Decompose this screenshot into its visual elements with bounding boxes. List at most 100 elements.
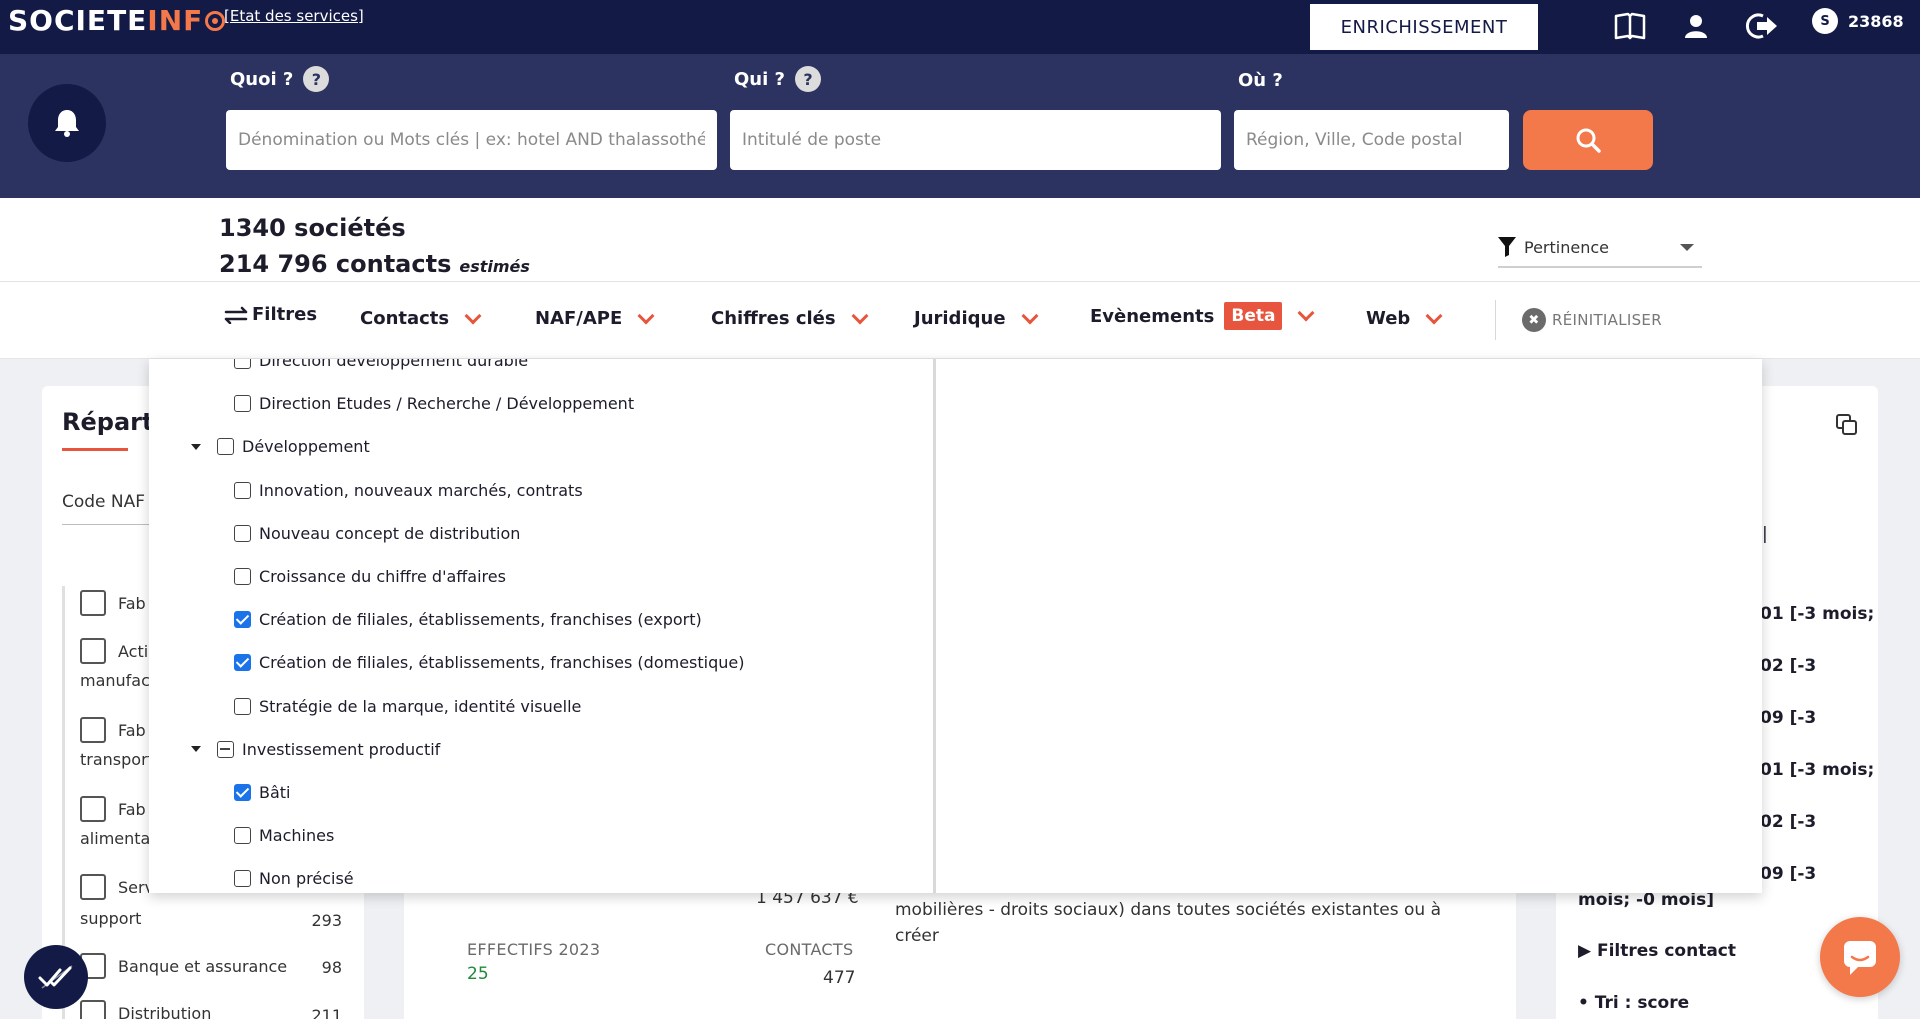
contacts-count: 214 796 contacts estimés xyxy=(219,250,530,278)
tree-item-row[interactable]: Direction développement durable xyxy=(234,359,528,370)
naf-code-label: Code NAF xyxy=(62,492,146,512)
naf-row[interactable]: Acti xyxy=(80,638,148,664)
events-tree[interactable]: Direction développement durable Direction… xyxy=(149,359,933,893)
ou-search-input[interactable] xyxy=(1234,110,1509,170)
checkbox[interactable] xyxy=(80,796,106,822)
tree-item-row[interactable]: Stratégie de la marque, identité visuell… xyxy=(234,697,581,716)
tree-item-row[interactable]: Nouveau concept de distribution xyxy=(234,524,520,543)
top-bar: SOCIETEINF [Etat des services] ENRICHISS… xyxy=(0,0,1920,54)
filter-tab-key-figures[interactable]: Chiffres clés xyxy=(711,307,869,329)
user-icon[interactable] xyxy=(1676,6,1716,46)
quoi-search-input[interactable] xyxy=(226,110,717,170)
checkbox[interactable] xyxy=(234,870,251,888)
sort-select[interactable]: Pertinence xyxy=(1498,228,1702,268)
naf-row-sub: manufac xyxy=(80,671,150,690)
credits-value: 23868 xyxy=(1848,11,1904,31)
title-underline xyxy=(62,448,128,451)
chat-button[interactable] xyxy=(1820,917,1900,997)
tasks-float-button[interactable] xyxy=(24,945,88,1009)
tree-item-row[interactable]: Création de filiales, établissements, fr… xyxy=(234,653,744,672)
filter-tab-events[interactable]: Evènements Beta xyxy=(1090,302,1315,330)
reset-filters-button[interactable]: ✖ RÉINITIALISER xyxy=(1522,308,1662,332)
copy-icon[interactable] xyxy=(1836,414,1858,440)
coin-icon: S xyxy=(1812,8,1838,34)
logout-icon[interactable] xyxy=(1742,6,1782,46)
checkbox[interactable] xyxy=(217,438,234,456)
chat-icon xyxy=(1844,941,1876,975)
checkbox[interactable] xyxy=(234,395,251,413)
checkbox[interactable] xyxy=(234,359,251,369)
tree-item-row[interactable]: Innovation, nouveaux marchés, contrats xyxy=(234,481,583,500)
tree-item-label: Machines xyxy=(259,826,335,846)
checkbox[interactable] xyxy=(234,481,251,499)
checkbox[interactable] xyxy=(234,784,251,801)
checkbox[interactable] xyxy=(80,717,106,743)
credits-counter[interactable]: S 23868 xyxy=(1812,8,1904,34)
naf-row[interactable]: Banque et assurance xyxy=(80,953,287,979)
filter-tab-contacts[interactable]: Contacts xyxy=(360,307,482,329)
naf-row[interactable]: Fab xyxy=(80,590,146,616)
tree-item-row[interactable]: Bâti xyxy=(234,783,291,802)
chevron-down-icon xyxy=(1021,307,1039,324)
checkbox[interactable] xyxy=(234,524,251,542)
expand-caret-icon[interactable] xyxy=(191,443,201,450)
results-header: 1340 sociétés 214 796 contacts estimés Pe… xyxy=(0,198,1920,282)
checkbox[interactable] xyxy=(234,697,251,715)
tree-item-row[interactable]: Non précisé xyxy=(234,869,354,888)
tree-item-row[interactable]: Direction Etudes / Recherche / Développe… xyxy=(234,394,634,413)
checkbox[interactable] xyxy=(234,568,251,585)
checkbox[interactable] xyxy=(80,874,106,900)
checkbox[interactable] xyxy=(234,611,251,629)
tree-group-row[interactable]: Développement xyxy=(191,437,370,456)
book-icon[interactable] xyxy=(1610,6,1650,46)
chevron-down-icon xyxy=(851,307,869,324)
naf-row-sub: transport xyxy=(80,750,154,769)
tree-item-row[interactable]: Machines xyxy=(234,826,334,845)
tree-item-label: Innovation, nouveaux marchés, contrats xyxy=(259,480,583,500)
naf-row[interactable]: Distribution xyxy=(80,1000,211,1019)
filters-toggle[interactable]: Filtres xyxy=(224,304,317,325)
tree-item-row[interactable]: Croissance du chiffre d'affaires xyxy=(234,567,506,586)
logo-text: SOCIETE xyxy=(8,4,148,37)
chevron-down-icon xyxy=(637,307,655,324)
notification-bell-button[interactable] xyxy=(28,84,106,162)
event-description: créer xyxy=(895,926,939,946)
summary-line: 09 [-3 xyxy=(1760,708,1817,728)
contacts-value: 477 xyxy=(823,968,856,988)
search-button[interactable] xyxy=(1523,110,1653,170)
filter-tab-naf[interactable]: NAF/APE xyxy=(535,307,655,329)
qui-search-input[interactable] xyxy=(730,110,1221,170)
filter-tab-legal[interactable]: Juridique xyxy=(914,307,1039,329)
help-icon[interactable]: ? xyxy=(303,66,330,92)
enrichment-button[interactable]: ENRICHISSEMENT xyxy=(1308,2,1540,52)
logo-text-accent: INF xyxy=(147,4,204,37)
naf-row[interactable]: Serv xyxy=(80,874,154,900)
services-status-link[interactable]: [Etat des services] xyxy=(224,7,364,25)
contact-filters-toggle[interactable]: ▶ Filtres contact xyxy=(1578,941,1736,961)
logo[interactable]: SOCIETEINF xyxy=(8,4,226,37)
expand-caret-icon[interactable] xyxy=(191,746,201,753)
ou-label: Où ? xyxy=(1238,70,1283,91)
checkbox[interactable] xyxy=(234,654,251,672)
filter-sliders-icon xyxy=(224,306,248,324)
summary-line: 01 [-3 mois; xyxy=(1760,760,1875,780)
filter-tab-web[interactable]: Web xyxy=(1366,307,1443,329)
sort-value: Pertinence xyxy=(1524,237,1609,257)
checkbox[interactable] xyxy=(80,638,106,664)
checkbox[interactable] xyxy=(80,590,106,616)
checkbox[interactable] xyxy=(80,1000,106,1019)
summary-bar: | xyxy=(1762,524,1768,544)
naf-row[interactable]: Fab xyxy=(80,717,146,743)
tree-group-row[interactable]: Investissement productif xyxy=(191,740,440,759)
beta-badge: Beta xyxy=(1224,302,1283,330)
chevron-down-icon xyxy=(1297,304,1315,322)
checkbox[interactable] xyxy=(217,740,234,758)
chevron-down-icon xyxy=(1680,243,1694,251)
quoi-label: Quoi ? ? xyxy=(230,66,330,92)
help-icon[interactable]: ? xyxy=(795,66,821,92)
funnel-icon xyxy=(1498,237,1516,257)
tree-item-row[interactable]: Création de filiales, établissements, fr… xyxy=(234,610,702,629)
summary-line: 09 [-3 xyxy=(1760,864,1817,884)
checkbox[interactable] xyxy=(234,827,251,845)
naf-row[interactable]: Fab xyxy=(80,796,146,822)
